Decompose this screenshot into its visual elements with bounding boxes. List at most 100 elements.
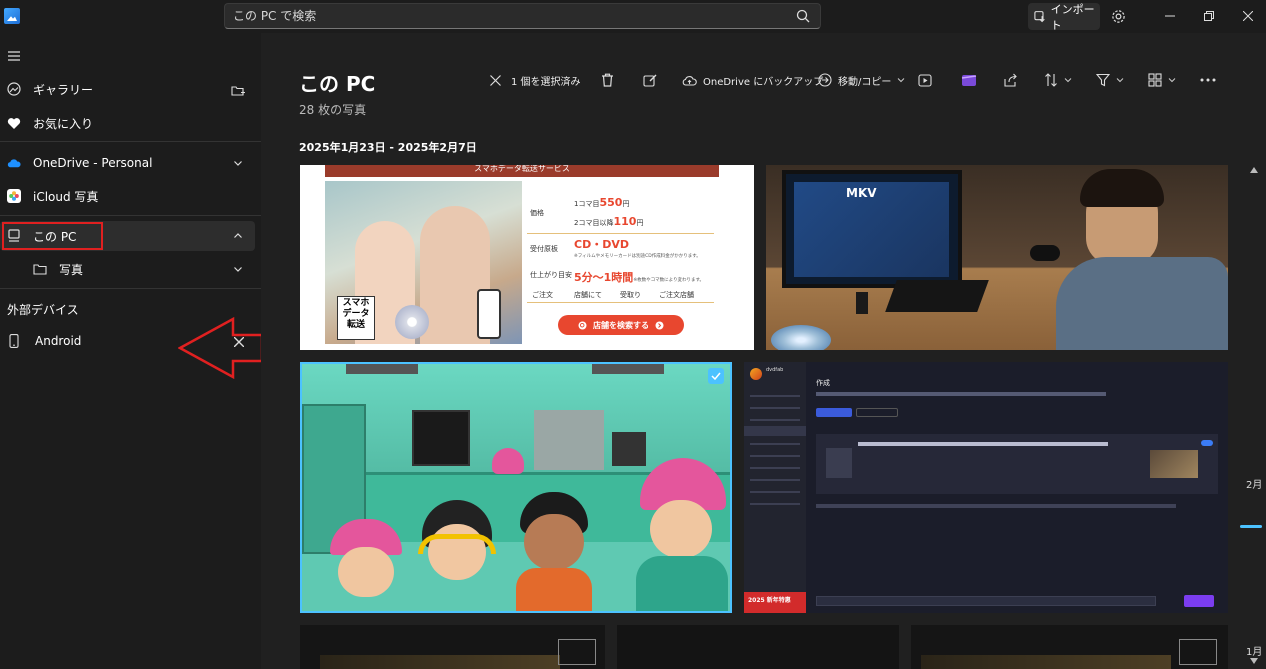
- app-nav-list: [750, 388, 800, 508]
- restore-icon: [1204, 11, 1214, 21]
- task-thumb-right: [1150, 450, 1198, 478]
- character-shape: [516, 492, 592, 611]
- search-box[interactable]: [224, 3, 821, 29]
- hamburger-icon: [8, 51, 20, 61]
- photo-thumbnail[interactable]: スマホデータ転送サービス スマホ データ 転送 価格 1コマ目550円 2コマ目…: [300, 165, 754, 350]
- delete-button[interactable]: [601, 66, 614, 94]
- app-button: [816, 408, 852, 417]
- app-sidebar: dvdfab 2025 新年特惠: [744, 362, 806, 613]
- thumb-inner: [558, 639, 596, 665]
- title-bar: インポート: [0, 0, 1266, 33]
- grid-icon: [1148, 73, 1162, 87]
- photo-thumbnail[interactable]: dvdfab 2025 新年特惠 作成: [744, 362, 1228, 613]
- app-logo: [750, 368, 762, 380]
- scroll-up-icon[interactable]: [1250, 167, 1258, 173]
- filter-button[interactable]: [1096, 66, 1124, 94]
- timeline-month-feb[interactable]: 2月: [1246, 476, 1262, 491]
- sidebar-item-onedrive[interactable]: OneDrive - Personal: [0, 148, 255, 178]
- timeline-scrubber[interactable]: 2月 1月: [1236, 160, 1266, 669]
- promo-photo: スマホ データ 転送: [325, 181, 522, 344]
- edit-button[interactable]: [643, 66, 657, 94]
- sidebar-item-label: お気に入り: [33, 116, 94, 131]
- sidebar-item-label: OneDrive - Personal: [33, 156, 153, 170]
- face-shape: [524, 514, 584, 570]
- store-search-button: 店舗を検索する: [558, 315, 684, 335]
- minimize-icon: [1165, 15, 1175, 17]
- photos-app-icon: [4, 8, 20, 24]
- folder-add-icon: [231, 85, 245, 96]
- task-title: [858, 442, 1108, 446]
- arrow-right-icon: [655, 321, 664, 329]
- gallery-icon: [7, 82, 21, 96]
- close-icon: [1243, 11, 1253, 21]
- price-row-1: 1コマ目550円: [574, 196, 630, 209]
- more-options-button[interactable]: [1200, 66, 1216, 94]
- search-icon[interactable]: [796, 9, 810, 23]
- app-desc: [816, 392, 1106, 396]
- icloud-photos-icon: [7, 189, 21, 203]
- sidebar-item-favorites[interactable]: お気に入り: [0, 108, 255, 138]
- photo-thumbnail[interactable]: [300, 625, 605, 669]
- close-window-button[interactable]: [1238, 6, 1258, 26]
- add-folder-button[interactable]: [229, 81, 247, 99]
- photo-thumbnail[interactable]: [911, 625, 1228, 669]
- menu-button[interactable]: [4, 47, 24, 65]
- character-shape: [636, 458, 728, 611]
- onedrive-backup-label: OneDrive にバックアップ: [703, 76, 824, 88]
- shirt-shape: [1056, 257, 1228, 350]
- annotation-arrow-icon: [178, 317, 264, 379]
- sidebar-item-icloud[interactable]: iCloud 写真: [0, 181, 255, 211]
- phone-shape: [477, 289, 501, 339]
- app-heading: 作成: [816, 379, 830, 387]
- settings-button[interactable]: [1108, 6, 1128, 26]
- maximize-button[interactable]: [1199, 6, 1219, 26]
- clear-selection-button[interactable]: 1 個を選択済み: [490, 66, 581, 94]
- photo-thumbnail[interactable]: MKV: [766, 165, 1228, 350]
- monitor-shape: MKV: [782, 170, 962, 288]
- headphones-shape: [418, 534, 496, 554]
- chevron-down-icon[interactable]: [233, 264, 243, 274]
- sidebar-item-gallery[interactable]: ギャラリー: [0, 74, 255, 104]
- view-layout-button[interactable]: [1148, 66, 1176, 94]
- app-output-bar: [816, 596, 1156, 606]
- app-name: dvdfab: [766, 367, 784, 373]
- sidebar-divider: [0, 215, 261, 216]
- ceiling-light: [346, 364, 418, 374]
- timeline-position-indicator: [1240, 525, 1262, 528]
- table-lines: [527, 233, 714, 303]
- onedrive-backup-button[interactable]: OneDrive にバックアップ: [682, 66, 823, 94]
- chevron-down-icon: [1168, 78, 1176, 83]
- sort-button[interactable]: [1044, 66, 1072, 94]
- slideshow-button[interactable]: [918, 66, 932, 94]
- share-button[interactable]: [1004, 66, 1018, 94]
- sidebar-item-label: Android: [35, 334, 82, 348]
- scroll-down-icon[interactable]: [1250, 658, 1258, 664]
- folder-icon: [33, 262, 47, 276]
- move-copy-button[interactable]: 移動/コピー: [818, 66, 905, 94]
- minimize-button[interactable]: [1160, 6, 1180, 26]
- move-copy-label: 移動/コピー: [838, 76, 892, 88]
- chevron-down-icon: [1116, 78, 1124, 83]
- clipchamp-button[interactable]: [961, 66, 977, 94]
- photo-thumbnail[interactable]: [617, 625, 899, 669]
- edit-image-icon: [643, 74, 657, 87]
- more-icon: [1200, 78, 1216, 82]
- import-button[interactable]: インポート: [1028, 3, 1100, 32]
- selection-checkbox[interactable]: [708, 368, 724, 384]
- timeline-month-jan[interactable]: 1月: [1246, 643, 1262, 658]
- sidebar-item-label: iCloud 写真: [33, 189, 99, 204]
- chevron-down-icon[interactable]: [233, 158, 243, 168]
- app-task-panel: [816, 434, 1218, 494]
- sidebar-item-pictures[interactable]: 写真: [0, 254, 255, 284]
- thumb-inner: [921, 655, 1171, 669]
- thumb-inner: [320, 655, 560, 669]
- photo-thumbnail-selected[interactable]: [300, 362, 732, 613]
- price-label: 価格: [530, 209, 544, 217]
- search-input[interactable]: [233, 7, 783, 25]
- sidebar-divider: [0, 141, 261, 142]
- chevron-up-icon[interactable]: [233, 231, 243, 241]
- filter-icon: [1096, 73, 1110, 87]
- cloud-backup-icon: [682, 75, 697, 86]
- tv-shape: [412, 410, 470, 466]
- import-icon: [1034, 10, 1045, 22]
